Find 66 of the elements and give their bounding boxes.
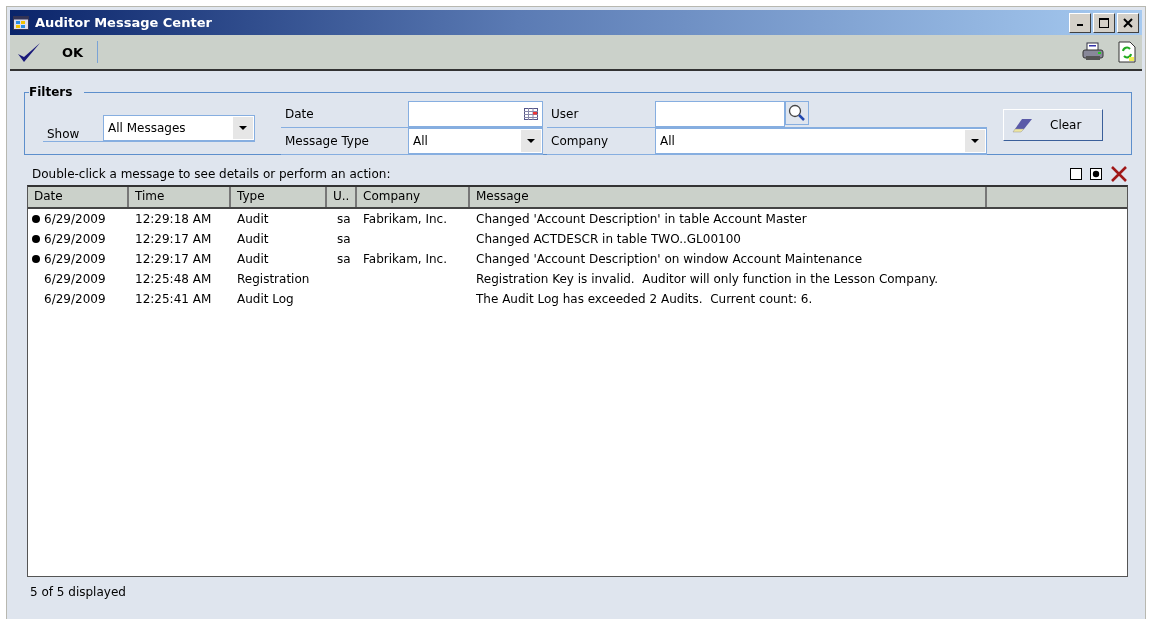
mark-read-icon[interactable]	[1090, 168, 1102, 180]
printer-icon[interactable]	[1082, 42, 1104, 62]
message-cell: The Audit Log has exceeded 2 Audits. Current count: 6.	[476, 292, 813, 306]
company-label: Company	[550, 133, 610, 150]
user-cell: sa	[337, 232, 351, 246]
calendar-icon[interactable]	[524, 108, 538, 120]
date-cell: 6/29/2009	[44, 252, 106, 266]
date-cell: 6/29/2009	[44, 292, 106, 306]
message-cell: Registration Key is invalid. Auditor will only function in the Lesson Company.	[476, 272, 939, 286]
show-label: Show	[46, 126, 81, 141]
column-header[interactable]: Company	[357, 187, 470, 207]
column-header[interactable]: Message	[470, 187, 987, 207]
search-icon	[788, 104, 806, 122]
date-label: Date	[284, 106, 315, 123]
type-cell: Audit Log	[237, 292, 294, 306]
date-cell: 6/29/2009	[44, 232, 106, 246]
company-cell: Fabrikam, Inc.	[363, 252, 447, 266]
date-field[interactable]	[408, 101, 543, 127]
filters-title: Filters	[29, 85, 74, 99]
time-cell: 12:25:41 AM	[135, 292, 212, 306]
date-cell: 6/29/2009	[44, 212, 106, 226]
type-cell: Audit	[237, 252, 269, 266]
message-type-label: Message Type	[284, 133, 370, 150]
maximize-button[interactable]	[1093, 12, 1115, 33]
message-cell: Changed 'Account Description' in table Account Master	[476, 212, 807, 226]
checkmark-icon	[16, 40, 42, 64]
time-cell: 12:29:17 AM	[135, 252, 212, 266]
company-dropdown[interactable]: All	[655, 128, 987, 154]
dropdown-arrow-icon	[239, 126, 247, 130]
time-cell: 12:29:18 AM	[135, 212, 212, 226]
eraser-icon	[1012, 117, 1034, 133]
dropdown-arrow-icon	[971, 139, 979, 143]
type-cell: Registration	[237, 272, 310, 286]
checkbox-icon[interactable]	[1070, 168, 1082, 180]
user-cell: sa	[337, 252, 351, 266]
message-cell: Changed ACTDESCR in table TWO..GL00100	[476, 232, 741, 246]
company-cell: Fabrikam, Inc.	[363, 212, 447, 226]
app-icon	[13, 15, 29, 30]
column-header[interactable]: U..	[327, 187, 357, 207]
user-cell: sa	[337, 212, 351, 226]
message-type-dropdown[interactable]: All	[408, 128, 543, 154]
column-header[interactable]: Time	[129, 187, 231, 207]
date-cell: 6/29/2009	[44, 272, 106, 286]
time-cell: 12:29:17 AM	[135, 232, 212, 246]
instructions-text: Double-click a message to see details or perform an action:	[32, 167, 391, 181]
type-cell: Audit	[237, 212, 269, 226]
close-button[interactable]	[1117, 12, 1139, 33]
lookup-button[interactable]	[785, 101, 809, 125]
user-field[interactable]	[655, 101, 785, 127]
show-dropdown[interactable]: All Messages	[103, 115, 255, 141]
maximize-icon	[1099, 17, 1109, 28]
clear-button[interactable]: Clear	[1003, 109, 1103, 141]
column-header[interactable]: Type	[231, 187, 327, 207]
status-text: 5 of 5 displayed	[29, 584, 127, 599]
column-header[interactable]: Date	[28, 187, 129, 207]
minimize-button[interactable]	[1069, 12, 1091, 33]
ok-button[interactable]: OK	[16, 40, 88, 64]
window-title: Auditor Message Center	[35, 15, 212, 30]
refresh-document-icon[interactable]	[1118, 41, 1136, 63]
user-label: User	[550, 106, 580, 123]
dropdown-arrow-icon	[527, 139, 535, 143]
close-icon	[1123, 17, 1133, 28]
time-cell: 12:25:48 AM	[135, 272, 212, 286]
message-cell: Changed 'Account Description' on window Account Maintenance	[476, 252, 863, 266]
delete-icon[interactable]	[1110, 165, 1128, 183]
type-cell: Audit	[237, 232, 269, 246]
